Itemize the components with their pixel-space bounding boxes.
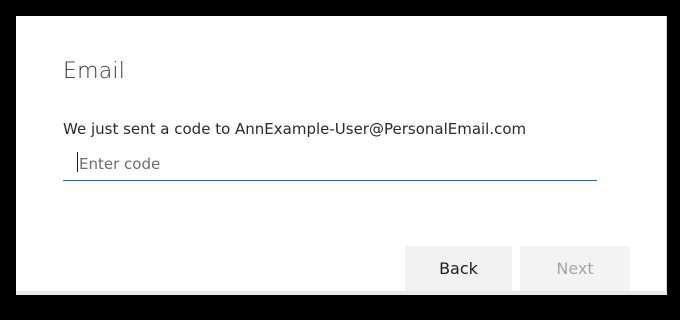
dialog-shadow: [16, 291, 667, 295]
verify-email-dialog: Email We just sent a code to AnnExample-…: [16, 16, 667, 291]
back-button[interactable]: Back: [405, 246, 512, 291]
dialog-title: Email: [63, 59, 126, 84]
code-field: [63, 147, 597, 181]
code-input[interactable]: [63, 147, 597, 180]
next-button[interactable]: Next: [520, 246, 630, 291]
code-sent-message: We just sent a code to AnnExample-User@P…: [63, 120, 527, 138]
